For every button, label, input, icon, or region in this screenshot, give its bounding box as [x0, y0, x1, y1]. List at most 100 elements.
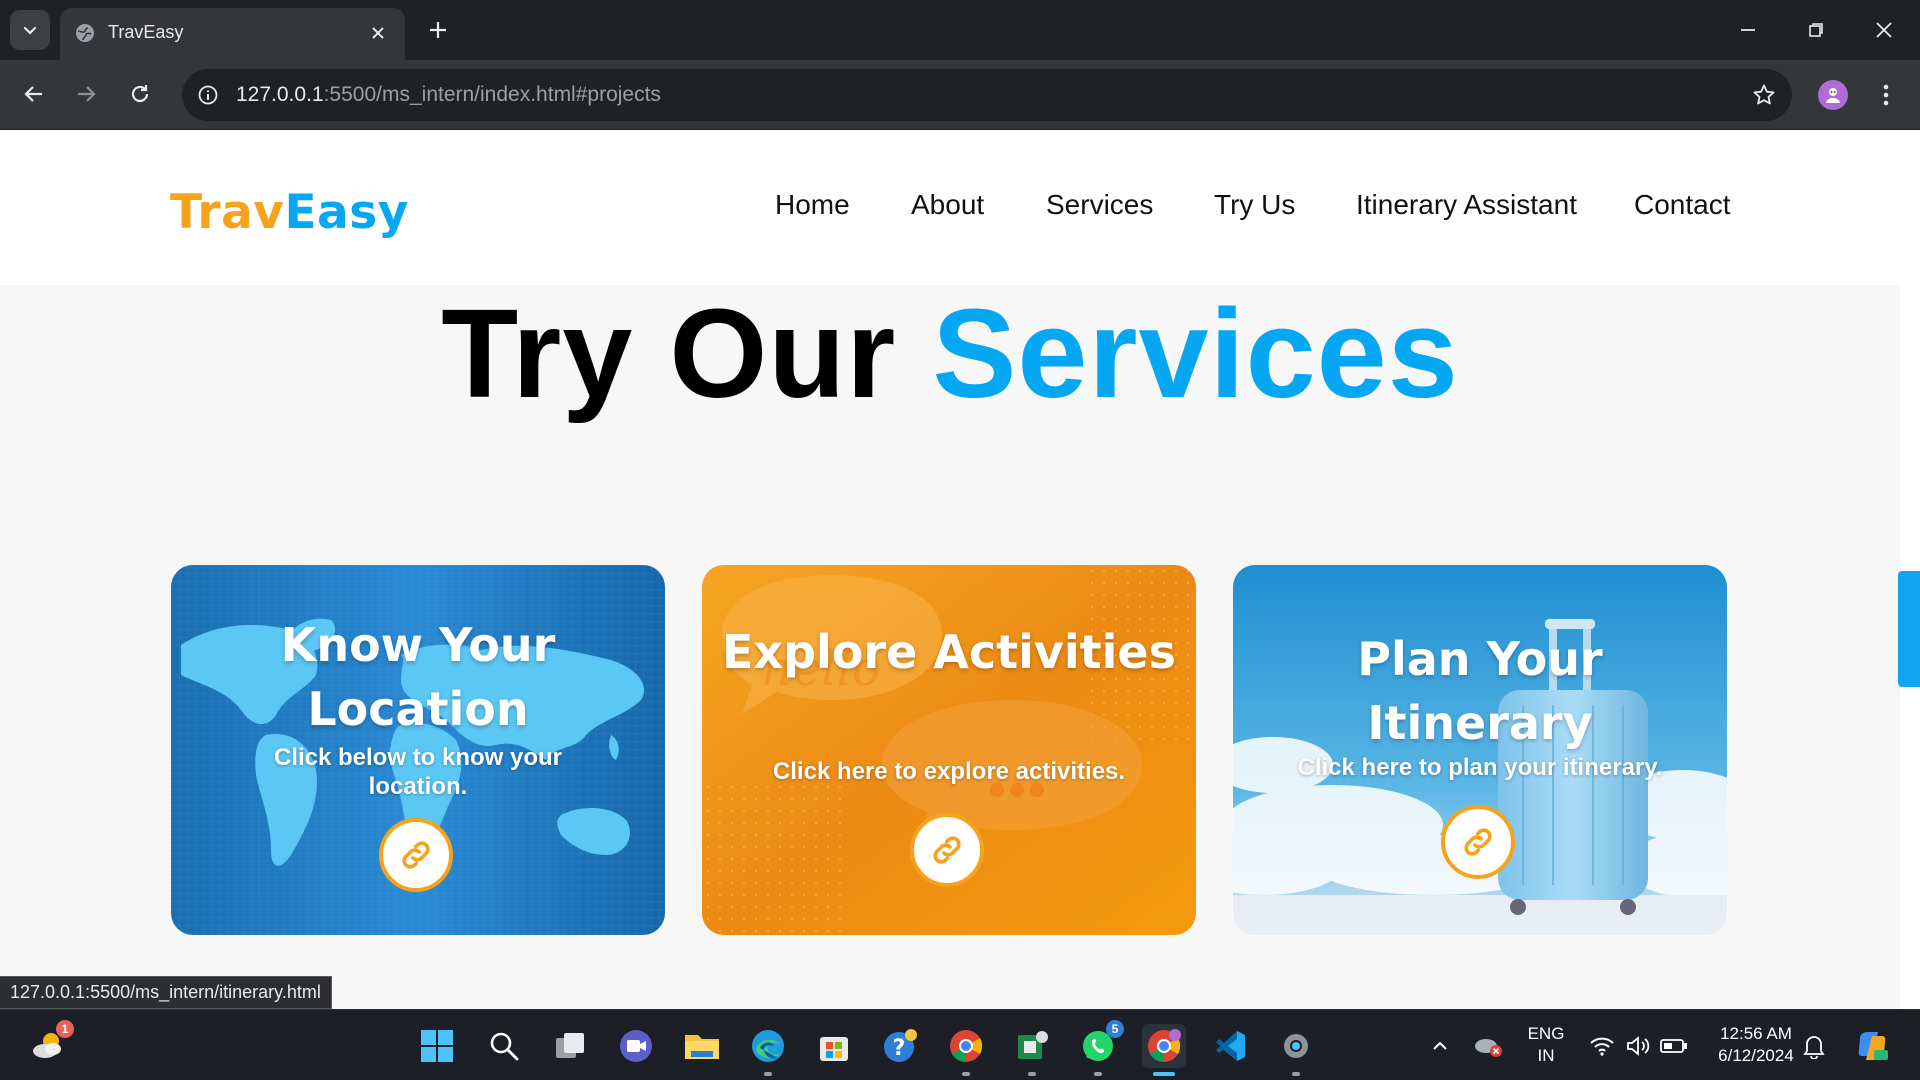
reload-button[interactable]	[120, 74, 160, 114]
url-host: 127.0.0.1	[236, 83, 324, 106]
task-view-icon	[556, 1033, 584, 1058]
link-icon	[402, 841, 430, 869]
edge-icon	[752, 1030, 784, 1062]
scroll-to-top-tab[interactable]	[1898, 571, 1920, 687]
site-logo[interactable]: TravEasy	[170, 185, 409, 240]
get-help-app[interactable]: ?	[878, 1024, 922, 1068]
card-link-button[interactable]	[379, 818, 453, 892]
url-path: :5500/ms_intern/index.html#projects	[323, 83, 661, 106]
avatar-icon	[1826, 88, 1840, 103]
globe-icon	[76, 24, 94, 42]
forward-icon	[78, 86, 96, 102]
card-explore-activities[interactable]: hello Explore Activities Click here to e…	[702, 565, 1196, 935]
settings-icon	[1284, 1034, 1308, 1058]
sheets-app[interactable]	[1010, 1024, 1054, 1076]
show-hidden-icons-button[interactable]	[1418, 1024, 1462, 1068]
reload-icon	[131, 85, 149, 103]
language-indicator[interactable]: ENG IN	[1520, 1023, 1572, 1067]
restore-button[interactable]	[1794, 10, 1838, 50]
forward-button[interactable]	[66, 74, 106, 114]
back-icon	[24, 86, 42, 102]
battery-status[interactable]	[1656, 1024, 1692, 1068]
vscode-icon	[1216, 1031, 1245, 1061]
chrome-app-active[interactable]	[1142, 1024, 1186, 1076]
start-button[interactable]	[415, 1024, 459, 1068]
nav-home[interactable]: Home	[775, 189, 850, 221]
new-tab-button[interactable]	[422, 14, 454, 46]
browser-menu-button[interactable]	[1870, 76, 1902, 114]
heading-try-our: Try Our	[441, 283, 897, 424]
plus-icon	[430, 22, 446, 38]
help-icon: ?	[884, 1029, 917, 1062]
nav-about[interactable]: About	[911, 189, 984, 221]
settings-app[interactable]	[1274, 1024, 1318, 1076]
card-title: Explore Activities	[722, 625, 1177, 679]
store-icon	[820, 1037, 848, 1061]
site-info-button[interactable]	[194, 81, 222, 109]
whatsapp-badge: 5	[1106, 1020, 1124, 1038]
profile-avatar[interactable]	[1818, 80, 1848, 110]
volume-icon	[1627, 1036, 1650, 1056]
close-icon	[1876, 22, 1892, 38]
file-explorer-app[interactable]	[680, 1024, 724, 1068]
card-subtitle: Click here to explore activities.	[772, 758, 1126, 785]
nav-contact[interactable]: Contact	[1634, 189, 1731, 221]
chrome-icon	[950, 1030, 983, 1063]
bookmark-button[interactable]	[1750, 81, 1778, 109]
section-heading: Try Our Services	[0, 281, 1900, 426]
close-tab-button[interactable]	[365, 20, 391, 46]
edge-app[interactable]	[746, 1024, 790, 1076]
chrome-app[interactable]	[944, 1024, 988, 1076]
store-app[interactable]	[812, 1024, 856, 1068]
battery-icon	[1660, 1039, 1687, 1053]
tab-search-button[interactable]	[10, 10, 50, 50]
nav-services[interactable]: Services	[1046, 189, 1153, 221]
vscode-app[interactable]	[1208, 1024, 1252, 1068]
address-bar[interactable]: 127.0.0.1:5500/ms_intern/index.html#proj…	[182, 69, 1792, 121]
meet-icon	[620, 1030, 652, 1062]
folder-icon	[685, 1035, 719, 1059]
card-link-button[interactable]	[1441, 805, 1515, 879]
nav-try-us[interactable]: Try Us	[1214, 189, 1295, 221]
logo-trav: Trav	[170, 185, 285, 240]
app-running-indicator	[764, 1072, 772, 1076]
chevron-down-icon	[23, 26, 37, 35]
menu-icon	[1883, 84, 1889, 106]
spreadsheet-icon	[1018, 1031, 1048, 1059]
back-button[interactable]	[14, 74, 54, 114]
volume-status[interactable]	[1620, 1024, 1656, 1068]
close-window-button[interactable]	[1862, 10, 1906, 50]
copilot-button[interactable]	[1850, 1024, 1894, 1068]
browser-toolbar: 127.0.0.1:5500/ms_intern/index.html#proj…	[0, 60, 1920, 130]
cloud-error-icon	[1475, 1039, 1502, 1057]
nav-itinerary-assistant[interactable]: Itinerary Assistant	[1356, 189, 1577, 221]
search-button[interactable]	[482, 1024, 526, 1068]
language-region: IN	[1537, 1046, 1555, 1065]
wifi-status[interactable]	[1584, 1024, 1620, 1068]
logo-easy: Easy	[284, 185, 409, 240]
app-running-indicator	[1094, 1072, 1102, 1076]
app-running-indicator	[1028, 1072, 1036, 1076]
scrollbar-track[interactable]	[1900, 131, 1920, 1009]
minimize-button[interactable]	[1726, 10, 1770, 50]
wifi-icon	[1590, 1037, 1614, 1056]
onedrive-status[interactable]	[1466, 1024, 1510, 1068]
card-plan-itinerary[interactable]: Plan Your Itinerary Click here to plan y…	[1233, 565, 1727, 935]
chevron-up-icon	[1433, 1041, 1447, 1050]
url-text[interactable]: 127.0.0.1:5500/ms_intern/index.html#proj…	[236, 83, 661, 107]
card-know-location[interactable]: Know Your Location Click below to know y…	[171, 565, 665, 935]
link-icon	[1464, 828, 1492, 856]
whatsapp-app[interactable]: 5	[1076, 1020, 1124, 1076]
app-active-indicator	[1153, 1072, 1175, 1076]
notifications-button[interactable]	[1796, 1024, 1832, 1068]
svg-text:?: ?	[893, 1036, 906, 1061]
clock-time: 12:56 AM	[1720, 1024, 1792, 1043]
heading-services: Services	[932, 283, 1459, 424]
card-link-button[interactable]	[910, 813, 984, 887]
browser-tab[interactable]: TravEasy	[60, 8, 405, 60]
clock-date: 6/12/2024	[1718, 1046, 1794, 1065]
meet-app[interactable]	[614, 1024, 658, 1068]
weather-widget[interactable]: 1	[26, 1020, 74, 1068]
clock[interactable]: 12:56 AM 6/12/2024	[1706, 1023, 1806, 1067]
task-view-button[interactable]	[548, 1024, 592, 1068]
